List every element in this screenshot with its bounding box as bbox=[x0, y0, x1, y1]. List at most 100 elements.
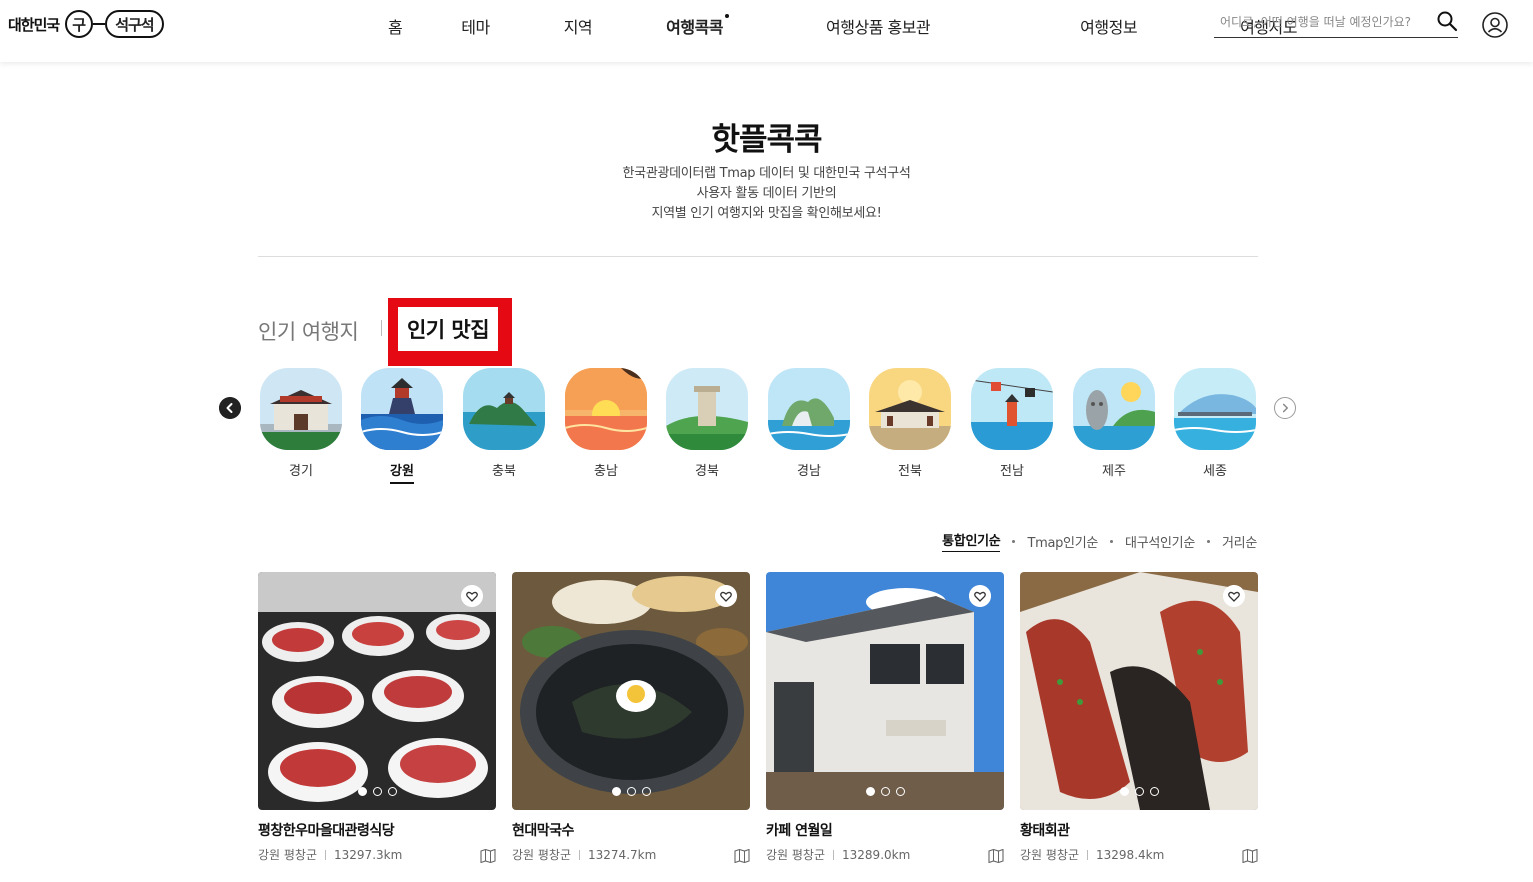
card-region: 강원 평창군 bbox=[512, 848, 572, 862]
card-photo[interactable] bbox=[512, 572, 750, 810]
sort-separator bbox=[1207, 539, 1211, 543]
slide-dot[interactable] bbox=[357, 787, 367, 796]
buckwheat-noodles-photo bbox=[512, 572, 750, 810]
region-gyeonggi[interactable]: 경기 bbox=[260, 368, 342, 479]
map-icon[interactable] bbox=[1242, 849, 1258, 863]
card-region: 강원 평창군 bbox=[1020, 848, 1080, 862]
region-name: 전남 bbox=[1000, 464, 1024, 479]
map-icon[interactable] bbox=[480, 849, 496, 863]
meta-separator bbox=[833, 849, 835, 860]
region-jeju[interactable]: 제주 bbox=[1073, 368, 1155, 479]
description-line-3: 지역별 인기 여행지와 맛집을 확인해보세요! bbox=[651, 206, 882, 221]
page-title: 핫플콕콕 bbox=[711, 122, 822, 158]
slide-dot[interactable] bbox=[865, 787, 875, 796]
sort-separator bbox=[1012, 539, 1016, 543]
heart-icon[interactable] bbox=[715, 585, 737, 607]
jeonnam-illustration-icon bbox=[970, 368, 1054, 450]
slide-dot[interactable] bbox=[1149, 787, 1159, 796]
sort-separator bbox=[1110, 539, 1114, 543]
heart-icon[interactable] bbox=[1223, 585, 1245, 607]
region-name: 충북 bbox=[492, 464, 516, 479]
slide-indicator bbox=[1020, 787, 1258, 796]
slide-dot[interactable] bbox=[372, 787, 382, 796]
region-gyeongnam[interactable]: 경남 bbox=[767, 368, 851, 479]
nav-theme[interactable]: 테마 bbox=[461, 14, 490, 38]
gyeongbuk-illustration-icon bbox=[666, 368, 748, 450]
card-photo[interactable] bbox=[1020, 572, 1258, 810]
heart-icon[interactable] bbox=[461, 585, 483, 607]
card-title[interactable]: 현대막국수 bbox=[512, 820, 750, 840]
slide-dot[interactable] bbox=[626, 787, 636, 796]
carousel-next-button[interactable] bbox=[1274, 397, 1296, 419]
meta-separator bbox=[579, 849, 581, 860]
description-line-1: 한국관광데이터랩 Tmap 데이터 및 대한민국 구석구석 bbox=[622, 166, 911, 181]
heart-icon[interactable] bbox=[969, 585, 991, 607]
meta-separator bbox=[1087, 849, 1089, 860]
restaurant-card[interactable]: 황태회관 강원 평창군 13298.4km bbox=[1020, 572, 1258, 863]
search-box bbox=[1214, 8, 1458, 38]
search-icon[interactable] bbox=[1436, 10, 1458, 32]
chungbuk-illustration-icon bbox=[463, 368, 545, 450]
slide-dot[interactable] bbox=[1119, 787, 1129, 796]
description-line-2: 사용자 활동 데이터 기반의 bbox=[696, 186, 837, 201]
sort-distance[interactable]: 거리순 bbox=[1222, 532, 1257, 551]
slide-dot[interactable] bbox=[641, 787, 651, 796]
region-gyeongbuk[interactable]: 경북 bbox=[666, 368, 748, 479]
region-jeonbuk[interactable]: 전북 bbox=[869, 368, 951, 479]
nav-products[interactable]: 여행상품 홍보관 bbox=[826, 14, 931, 38]
slide-indicator bbox=[258, 787, 496, 796]
slide-dot[interactable] bbox=[1134, 787, 1144, 796]
card-region: 강원 평창군 bbox=[766, 848, 826, 862]
card-region: 강원 평창군 bbox=[258, 848, 318, 862]
gyeonggi-illustration-icon bbox=[260, 368, 342, 450]
meta-separator bbox=[325, 849, 327, 860]
nav-travel-kokkok-label: 여행콕콕 bbox=[666, 18, 724, 37]
carousel-prev-button[interactable] bbox=[219, 397, 241, 419]
search-input[interactable] bbox=[1220, 11, 1430, 33]
card-distance: 13289.0km bbox=[842, 847, 911, 862]
card-distance: 13298.4km bbox=[1096, 847, 1165, 862]
region-name: 전북 bbox=[898, 464, 922, 479]
gangwon-illustration-icon bbox=[360, 368, 444, 450]
card-title[interactable]: 황태회관 bbox=[1020, 820, 1258, 840]
tab-popular-places[interactable]: 인기 여행지 bbox=[258, 316, 359, 346]
slide-dot[interactable] bbox=[387, 787, 397, 796]
slide-dot[interactable] bbox=[611, 787, 621, 796]
region-jeonnam[interactable]: 전남 bbox=[970, 368, 1054, 479]
sort-daeguseok-popular[interactable]: 대구석인기순 bbox=[1125, 532, 1195, 551]
sort-options: 통합인기순 Tmap인기순 대구석인기순 거리순 bbox=[942, 530, 1257, 552]
region-gangwon[interactable]: 강원 bbox=[360, 368, 444, 484]
slide-dot[interactable] bbox=[880, 787, 890, 796]
gyeongnam-illustration-icon bbox=[767, 368, 851, 450]
site-header: 대한민국 구 석구석 홈 테마 지역 여행콕콕 여행상품 홍보관 여행정보 여행… bbox=[0, 0, 1533, 62]
map-icon[interactable] bbox=[734, 849, 750, 863]
nav-travel-info[interactable]: 여행정보 bbox=[1080, 14, 1137, 38]
restaurant-card[interactable]: 현대막국수 강원 평창군 13274.7km bbox=[512, 572, 750, 863]
card-photo[interactable] bbox=[766, 572, 1004, 810]
region-chungnam[interactable]: 충남 bbox=[564, 368, 648, 479]
sort-integrated-popular[interactable]: 통합인기순 bbox=[942, 530, 1001, 552]
grilled-pollack-photo bbox=[1020, 572, 1258, 810]
region-name: 세종 bbox=[1203, 464, 1227, 479]
card-distance: 13274.7km bbox=[588, 847, 657, 862]
card-title[interactable]: 카페 연월일 bbox=[766, 820, 1004, 840]
region-name: 강원 bbox=[361, 460, 443, 484]
nav-home[interactable]: 홈 bbox=[388, 14, 403, 38]
region-chungbuk[interactable]: 충북 bbox=[463, 368, 545, 479]
restaurant-card[interactable]: 카페 연월일 강원 평창군 13289.0km bbox=[766, 572, 1004, 863]
map-icon[interactable] bbox=[988, 849, 1004, 863]
card-photo[interactable] bbox=[258, 572, 496, 810]
chungnam-illustration-icon bbox=[564, 368, 648, 450]
region-name: 제주 bbox=[1102, 464, 1126, 479]
nav-active-dot bbox=[725, 14, 730, 18]
slide-dot[interactable] bbox=[895, 787, 905, 796]
sort-tmap-popular[interactable]: Tmap인기순 bbox=[1027, 532, 1098, 551]
user-icon[interactable] bbox=[1482, 12, 1508, 38]
region-sejong[interactable]: 세종 bbox=[1173, 368, 1257, 479]
card-distance: 13297.3km bbox=[334, 847, 403, 862]
tab-popular-food[interactable]: 인기 맛집 bbox=[398, 307, 498, 351]
nav-region[interactable]: 지역 bbox=[564, 14, 593, 38]
nav-travel-kokkok[interactable]: 여행콕콕 bbox=[666, 14, 730, 38]
restaurant-card[interactable]: 평창한우마을대관령식당 강원 평창군 13297.3km bbox=[258, 572, 496, 863]
card-title[interactable]: 평창한우마을대관령식당 bbox=[258, 820, 496, 840]
